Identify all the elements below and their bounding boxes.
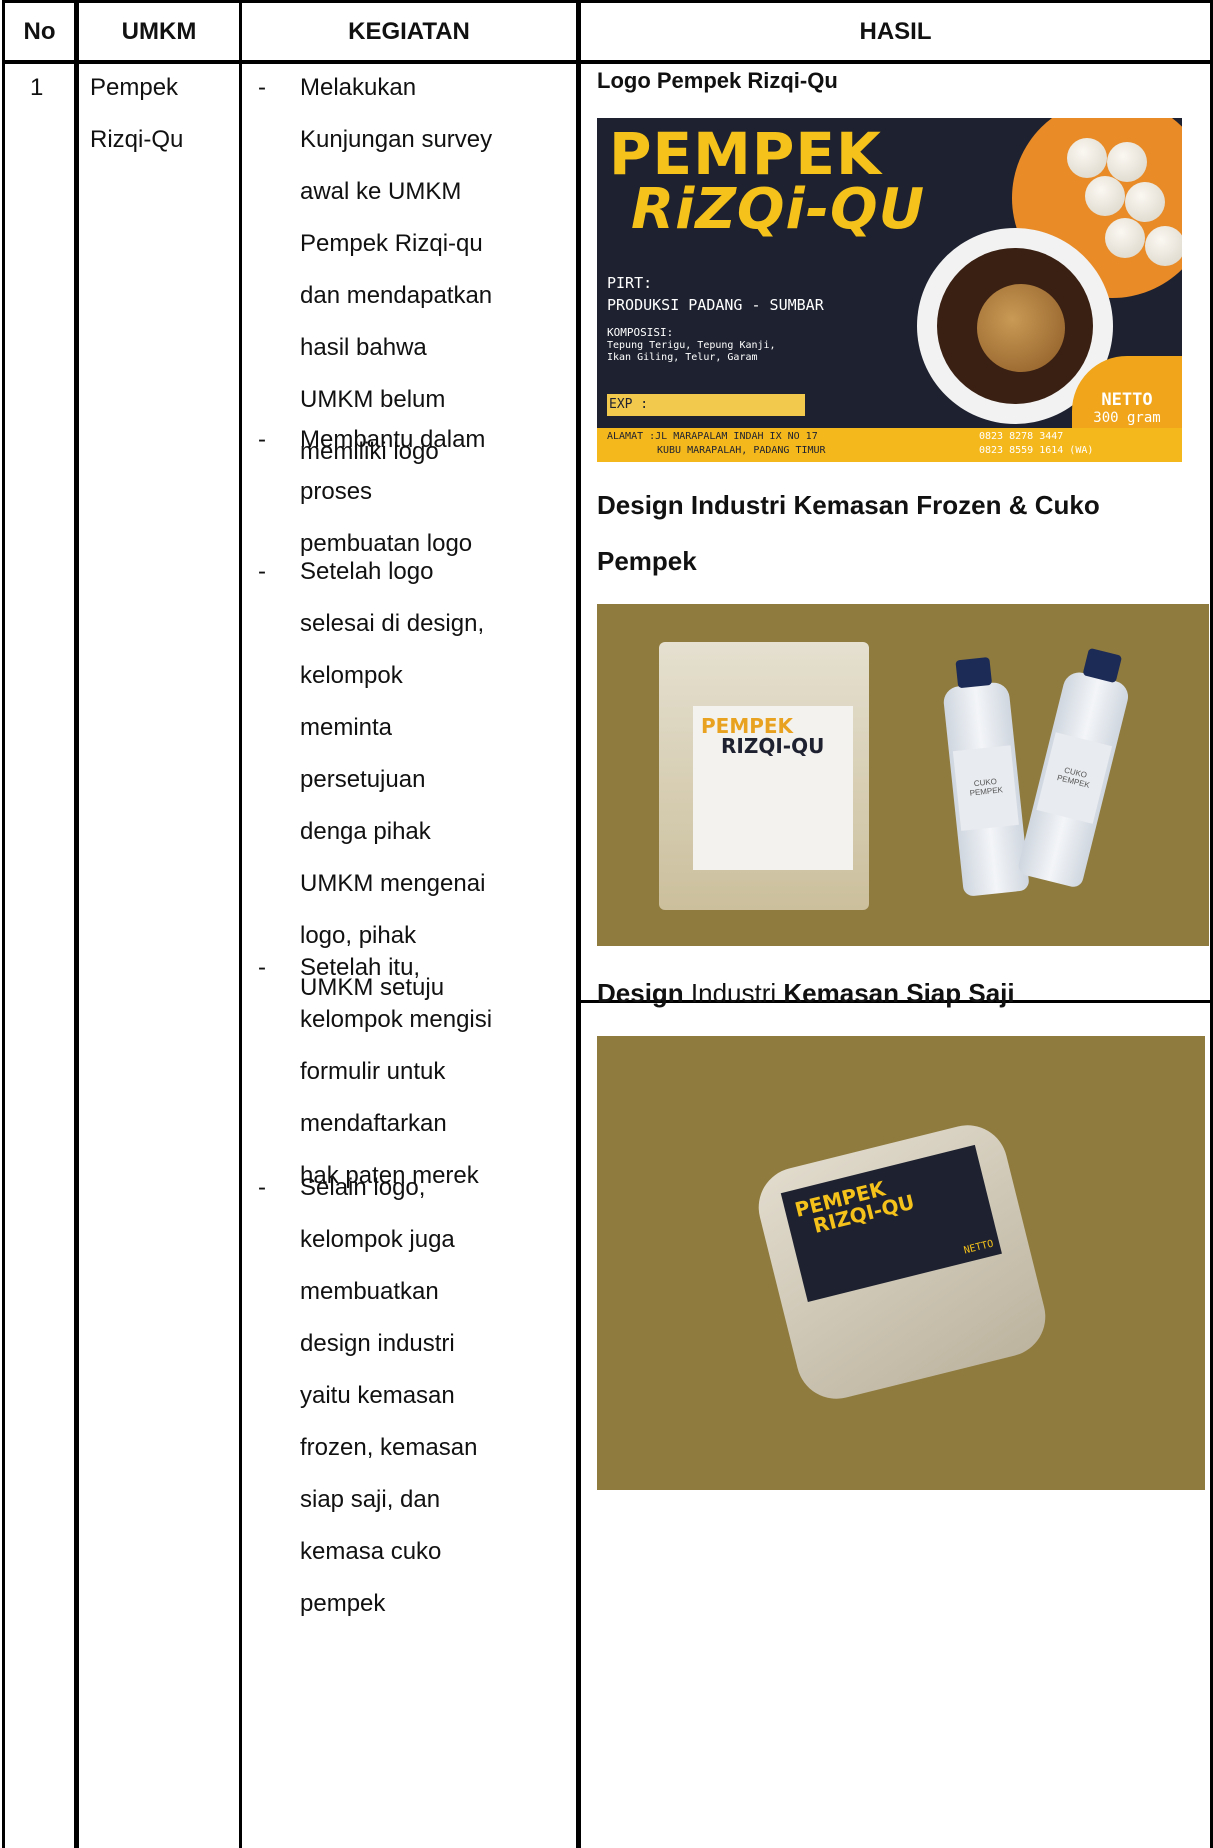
logo-title-1: PEMPEK xyxy=(609,120,882,188)
caption-logo: Logo Pempek Rizqi-Qu xyxy=(597,68,838,93)
kegiatan-line: persetujuan xyxy=(300,766,426,793)
kegiatan-line: formulir untuk xyxy=(300,1058,446,1085)
header-umkm: UMKM xyxy=(121,18,197,45)
fish-ball xyxy=(1125,182,1165,222)
kegiatan-line: hasil bahwa xyxy=(300,334,427,361)
netto-label: NETTO xyxy=(1101,390,1153,410)
header-hasil: HASIL xyxy=(859,18,932,45)
bottle-cap xyxy=(1082,647,1123,684)
logo-pirt: PIRT: xyxy=(607,274,653,292)
kegiatan-item: - Selain logo, kelompok juga membuatkan desi… xyxy=(258,1162,576,1630)
caption-siap-saji: Design Industri Kemasan Siap Saji xyxy=(597,978,1015,1009)
kegiatan-line: Pempek Rizqi-qu xyxy=(300,230,483,257)
caption-siap-saji-3: Kemasan Siap Saji xyxy=(783,978,1015,1008)
pack-label-line: RIZQI-QU xyxy=(721,734,825,758)
kegiatan-line: UMKM mengenai xyxy=(300,870,486,897)
kegiatan-line: proses xyxy=(300,478,373,505)
kegiatan-line: membuatkan xyxy=(300,1278,439,1305)
kegiatan-line: Selain logo, xyxy=(300,1174,426,1201)
frozen-bag-label: PEMPEK RIZQI-QU xyxy=(693,706,853,870)
caption-frozen-2: Pempek xyxy=(597,546,697,576)
frozen-bag: PEMPEK RIZQI-QU xyxy=(659,642,869,910)
kegiatan-line: dan mendapatkan xyxy=(300,282,493,309)
kegiatan-line: Setelah logo xyxy=(300,558,434,585)
table-left-border xyxy=(2,0,5,1848)
umkm-name-line: Pempek xyxy=(90,74,179,101)
ready-to-eat-box-image: PEMPEK RIZQI-QU NETTO xyxy=(597,1036,1205,1490)
row-number: 1 xyxy=(30,74,44,101)
kegiatan-line: kelompok mengisi xyxy=(300,1006,493,1033)
pack-label-title: PEMPEK RIZQI-QU xyxy=(701,716,824,756)
logo-komposisi-1: Tepung Terigu, Tepung Kanji, xyxy=(607,340,776,351)
kegiatan-line: design industri xyxy=(300,1330,455,1357)
box-label-netto: NETTO xyxy=(962,1238,995,1257)
logo-komposisi-2: Ikan Giling, Telur, Garam xyxy=(607,352,758,363)
col-divider-kegiatan xyxy=(576,0,581,1848)
logo-image: PEMPEK RiZQi-QU PIRT: PRODUKSI PADANG - … xyxy=(597,118,1182,462)
food-box-label: PEMPEK RIZQI-QU NETTO xyxy=(780,1144,1002,1302)
kegiatan-line: awal ke UMKM xyxy=(300,178,462,205)
kegiatan-line: kelompok xyxy=(300,662,403,689)
kegiatan-line: Membantu dalam xyxy=(300,426,486,453)
box-label-title: PEMPEK RIZQI-QU xyxy=(792,1172,917,1239)
logo-phone-1: 0823 8278 3447 xyxy=(979,431,1064,442)
logo-exp: EXP : xyxy=(609,397,649,412)
netto-amount: 300 gram xyxy=(1093,410,1161,426)
bottle-label-text: CUKO PEMPEK xyxy=(969,776,1004,798)
kegiatan-line: selesai di design, xyxy=(300,610,485,637)
fish-ball xyxy=(1085,176,1125,216)
umkm-name-line: Rizqi-Qu xyxy=(90,126,184,153)
kegiatan-line: denga pihak xyxy=(300,818,431,845)
kegiatan-line: pempek xyxy=(300,1590,386,1617)
bottle-label-text: CUKO PEMPEK xyxy=(1056,765,1091,790)
header-no: No xyxy=(23,18,56,45)
pack-label-line: PEMPEK xyxy=(701,714,794,738)
header-kegiatan: KEGIATAN xyxy=(348,18,470,45)
caption-frozen-1: Design Industri Kemasan Frozen & Cuko xyxy=(597,490,1100,520)
fish-ball xyxy=(1067,138,1107,178)
caption-siap-saji-1: Design xyxy=(597,978,684,1008)
logo-produksi: PRODUKSI PADANG - SUMBAR xyxy=(607,296,824,314)
col-divider-no xyxy=(74,0,79,1848)
bullet-dash: - xyxy=(258,426,266,453)
bottle-cap xyxy=(955,656,993,689)
pempek-ball xyxy=(977,284,1065,372)
food-box: PEMPEK RIZQI-QU NETTO xyxy=(750,1116,1054,1408)
bottle-label: CUKO PEMPEK xyxy=(952,745,1019,831)
kegiatan-line: mendaftarkan xyxy=(300,1110,447,1137)
logo-phone-2: 0823 8559 1614 (WA) xyxy=(979,445,1094,456)
address-bar: ALAMAT :JL MARAPALAM INDAH IX NO 17 KUBU… xyxy=(597,428,1182,462)
logo-alamat-1: ALAMAT :JL MARAPALAM INDAH IX NO 17 xyxy=(607,431,818,442)
bullet-dash: - xyxy=(258,558,266,585)
kegiatan-line: Kunjungan survey xyxy=(300,126,493,153)
kegiatan-line: kelompok juga xyxy=(300,1226,455,1253)
fish-ball xyxy=(1105,218,1145,258)
col-divider-umkm xyxy=(239,0,242,1848)
kegiatan-line: kemasa cuko xyxy=(300,1538,442,1565)
bullet-dash: - xyxy=(258,954,266,981)
fish-ball xyxy=(1107,142,1147,182)
frozen-pack-image: PEMPEK RIZQI-QU CUKO PEMPEK CUKO PEMPEK xyxy=(597,604,1209,946)
logo-title-2: RiZQi-QU xyxy=(631,177,926,242)
cuko-bottle: CUKO PEMPEK xyxy=(942,656,1030,897)
kegiatan-line: meminta xyxy=(300,714,393,741)
logo-komposisi-label: KOMPOSISI: xyxy=(607,326,674,339)
caption-siap-saji-2: Industri xyxy=(683,978,784,1008)
cuko-sauce xyxy=(937,248,1093,404)
umkm-name: Pempek Rizqi-Qu xyxy=(90,62,183,166)
kegiatan-line: Melakukan xyxy=(300,74,417,101)
kegiatan-line: frozen, kemasan xyxy=(300,1434,478,1461)
kegiatan-line: yaitu kemasan xyxy=(300,1382,455,1409)
bullet-dash: - xyxy=(258,1174,266,1201)
bullet-dash: - xyxy=(258,74,266,101)
kegiatan-line: siap saji, dan xyxy=(300,1486,441,1513)
fish-ball xyxy=(1145,226,1182,266)
bottle-label: CUKO PEMPEK xyxy=(1036,732,1113,824)
logo-alamat-2: KUBU MARAPALAH, PADANG TIMUR xyxy=(657,445,826,456)
kegiatan-line: Setelah itu, xyxy=(300,954,421,981)
cuko-bottle: CUKO PEMPEK xyxy=(1016,647,1132,889)
